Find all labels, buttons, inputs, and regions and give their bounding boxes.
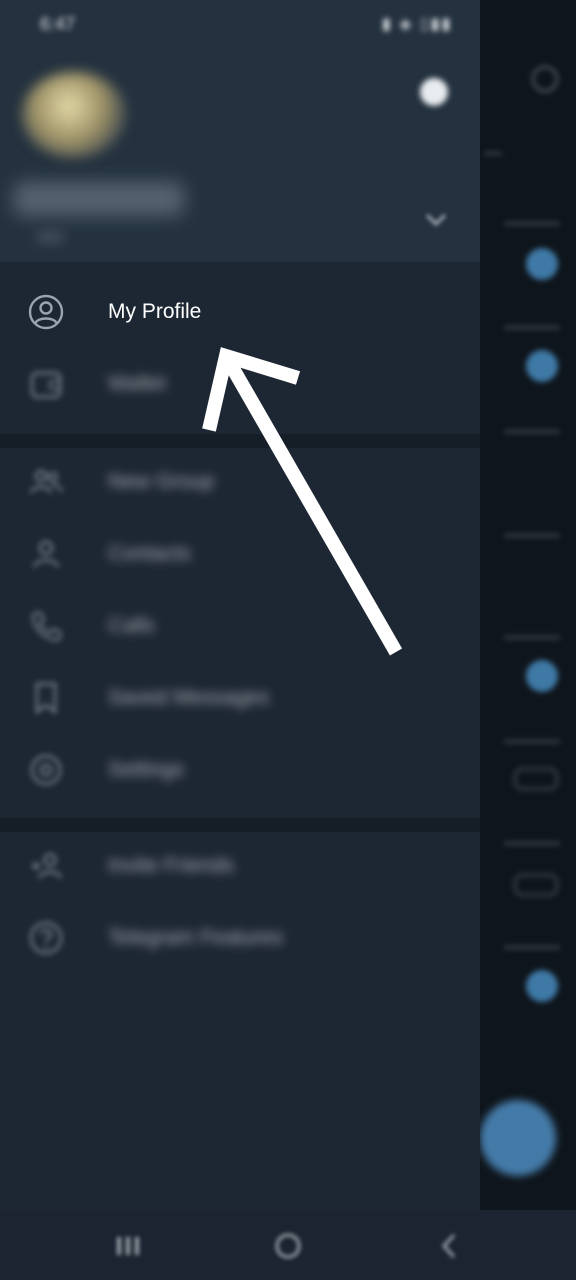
- chat-preview-line: [504, 430, 560, 433]
- unread-dot: [526, 970, 558, 1002]
- avatar[interactable]: [22, 72, 126, 158]
- chat-preview-line: [504, 740, 560, 743]
- chat-preview-line: [484, 152, 502, 155]
- chat-preview-line: [504, 636, 560, 639]
- invite-icon: [32, 853, 63, 879]
- menu-item-new-group[interactable]: New Group: [0, 446, 480, 518]
- chat-preview-line: [504, 534, 560, 537]
- menu-item-my-profile[interactable]: My Profile: [0, 276, 480, 348]
- status-bar: 6:47 ▮ ◈ ▯▮▮: [0, 0, 576, 48]
- wallet-icon: [30, 371, 62, 399]
- unread-dot: [526, 248, 558, 280]
- chevron-down-icon[interactable]: [424, 208, 448, 232]
- menu-item-label: Saved Messages: [108, 686, 270, 709]
- menu-item-wallet[interactable]: Wallet: [0, 348, 480, 420]
- compose-button[interactable]: [480, 1100, 556, 1176]
- menu-item-saved-messages[interactable]: Saved Messages: [0, 662, 480, 734]
- navigation-drawer: My Profile Wallet New Group Contacts Cal…: [0, 0, 480, 1210]
- contact-icon: [32, 540, 60, 568]
- menu-item-label: New Group: [108, 470, 215, 493]
- menu-item-calls[interactable]: Calls: [0, 590, 480, 662]
- back-icon[interactable]: [434, 1230, 466, 1262]
- profile-phone: [36, 232, 64, 242]
- chat-preview-line: [504, 222, 560, 225]
- person-circle-icon: [28, 294, 64, 330]
- group-icon: [29, 469, 64, 494]
- unread-count: [514, 768, 558, 790]
- menu-item-telegram-features[interactable]: Telegram Features: [0, 902, 480, 974]
- chat-preview-line: [504, 842, 560, 845]
- status-icons: ▮ ◈ ▯▮▮: [382, 16, 453, 33]
- chat-preview-line: [504, 946, 560, 949]
- menu-item-contacts[interactable]: Contacts: [0, 518, 480, 590]
- menu-item-label: Calls: [108, 614, 155, 637]
- home-icon[interactable]: [272, 1230, 304, 1262]
- background-chat-list: [480, 0, 576, 1210]
- unread-dot: [526, 350, 558, 382]
- phone-icon: [31, 611, 62, 642]
- bookmark-icon: [35, 682, 57, 715]
- night-mode-icon[interactable]: [420, 78, 448, 106]
- unread-dot: [526, 660, 558, 692]
- search-icon[interactable]: [532, 66, 558, 92]
- gear-icon: [30, 754, 62, 786]
- menu-item-label: My Profile: [108, 300, 202, 323]
- recent-apps-icon[interactable]: [112, 1230, 144, 1262]
- menu-item-label: Settings: [108, 758, 184, 781]
- profile-name: [14, 182, 184, 216]
- menu-item-label: Contacts: [108, 542, 191, 565]
- menu-item-label: Wallet: [108, 372, 166, 395]
- question-icon: [29, 921, 63, 955]
- menu-item-invite-friends[interactable]: Invite Friends: [0, 830, 480, 902]
- menu-item-label: Telegram Features: [108, 926, 284, 949]
- chat-preview-line: [504, 326, 560, 329]
- system-navigation-bar: [0, 1210, 576, 1280]
- unread-count: [514, 874, 558, 896]
- menu-item-settings[interactable]: Settings: [0, 734, 480, 806]
- menu-item-label: Invite Friends: [108, 854, 235, 877]
- status-time: 6:47: [40, 14, 76, 34]
